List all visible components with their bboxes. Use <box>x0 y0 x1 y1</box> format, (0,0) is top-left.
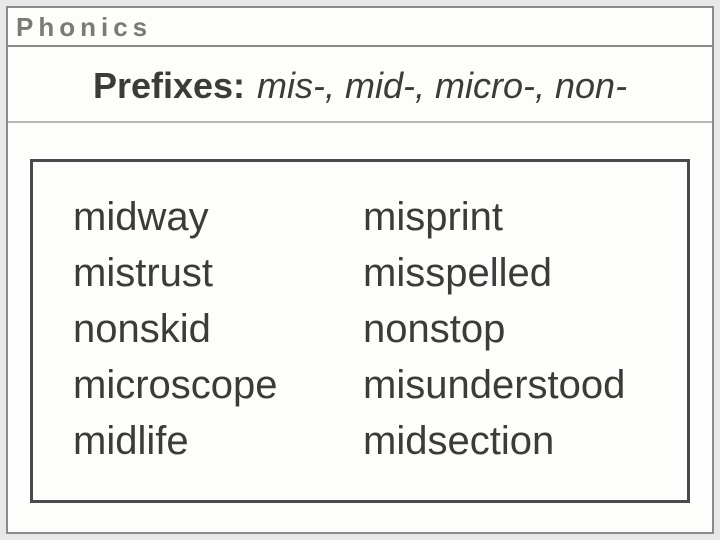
word-column-left: midway mistrust nonskid microscope midli… <box>73 192 333 466</box>
list-item: nonstop <box>363 304 667 354</box>
list-item: midway <box>73 192 333 242</box>
slide-frame: Phonics Prefixes: mis-, mid-, micro-, no… <box>6 6 714 534</box>
list-item: mistrust <box>73 248 333 298</box>
list-item: midsection <box>363 416 667 466</box>
section-header: Phonics <box>8 8 712 47</box>
word-list-box: midway mistrust nonskid microscope midli… <box>30 159 690 503</box>
title-prefix-label: Prefixes: <box>93 65 245 107</box>
list-item: microscope <box>73 360 333 410</box>
list-item: misprint <box>363 192 667 242</box>
word-column-right: misprint misspelled nonstop misunderstoo… <box>363 192 667 466</box>
title-row: Prefixes: mis-, mid-, micro-, non- <box>8 47 712 123</box>
list-item: misspelled <box>363 248 667 298</box>
list-item: nonskid <box>73 304 333 354</box>
list-item: midlife <box>73 416 333 466</box>
list-item: misunderstood <box>363 360 667 410</box>
title-prefix-list: mis-, mid-, micro-, non- <box>257 65 627 107</box>
